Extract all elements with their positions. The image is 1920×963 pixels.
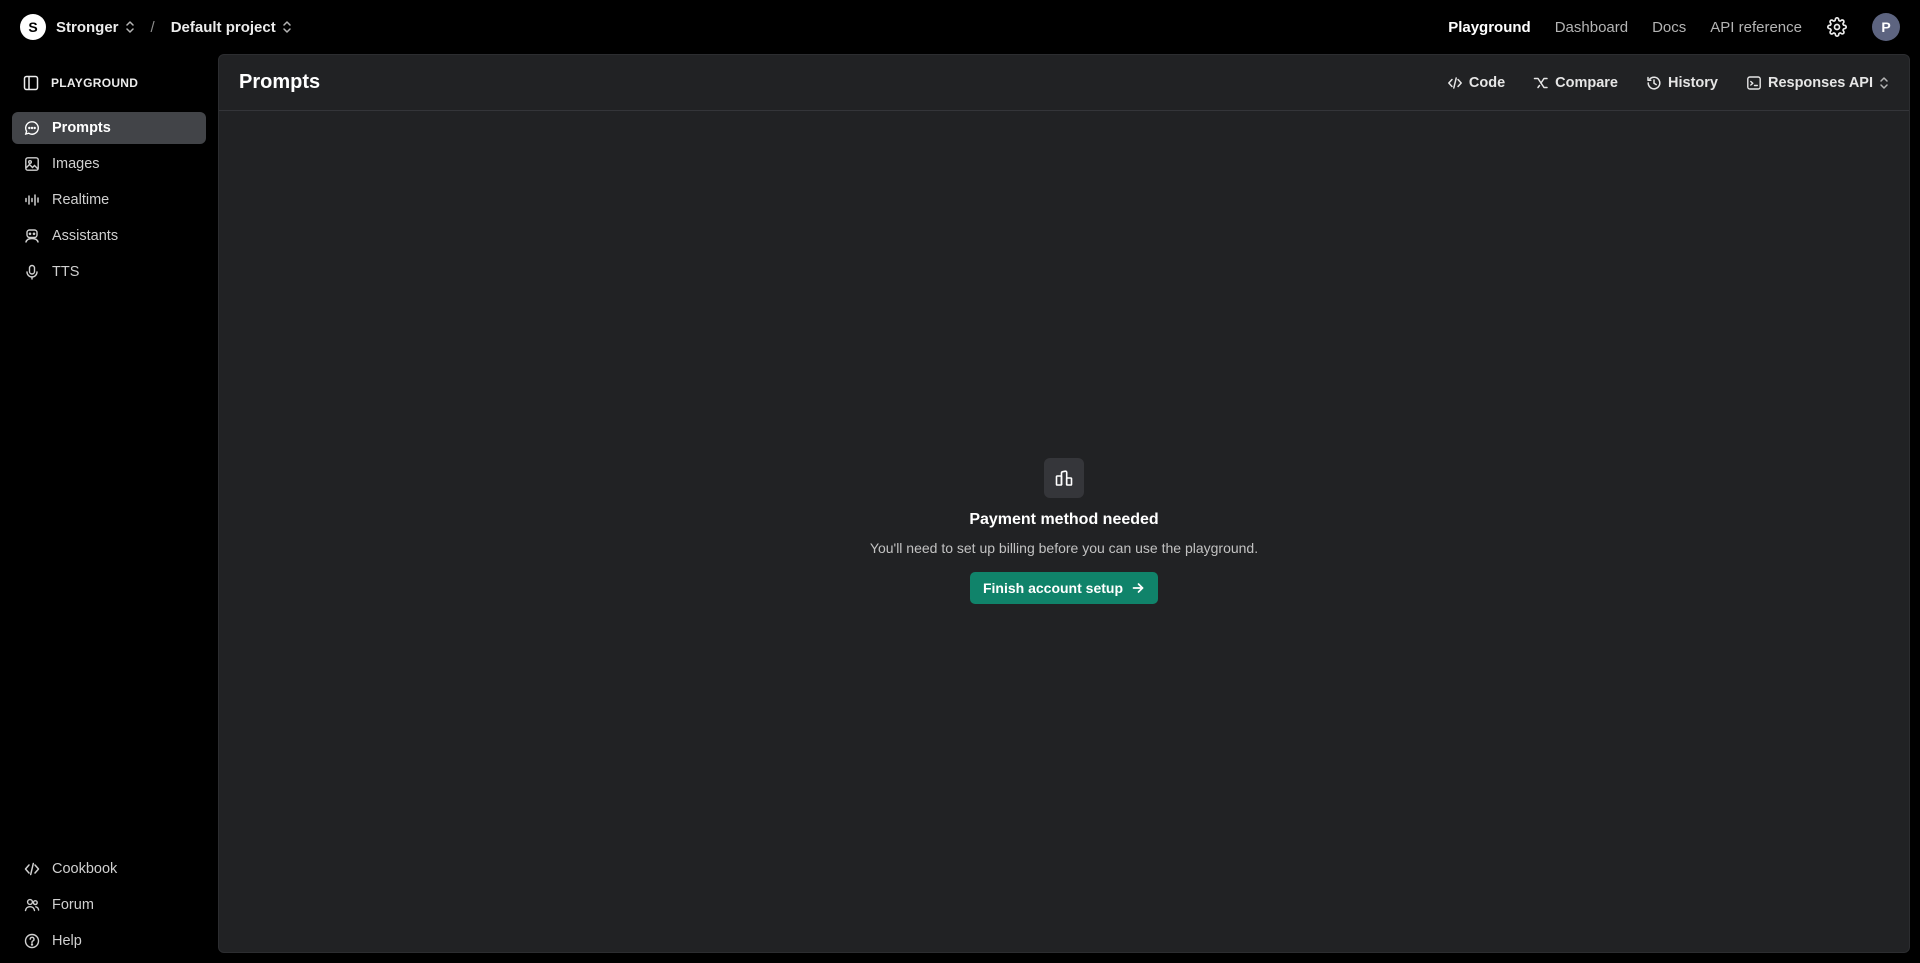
empty-state: Payment method needed You'll need to set… (219, 458, 1909, 604)
sidebar-item-forum[interactable]: Forum (12, 889, 206, 921)
sidebar-footer: Cookbook Forum Help (12, 853, 206, 961)
sidebar-item-label: Assistants (52, 228, 119, 244)
history-icon (1647, 75, 1661, 89)
compare-button[interactable]: Compare (1533, 75, 1618, 91)
sidebar-item-label: Images (52, 156, 100, 172)
project-switcher[interactable]: Default project (171, 19, 292, 36)
org-switcher[interactable]: Stronger (56, 19, 135, 36)
top-bar: S Stronger / Default project Playground … (0, 0, 1920, 54)
chevron-updown-icon (1880, 76, 1888, 89)
nav-dashboard[interactable]: Dashboard (1555, 19, 1628, 36)
compare-icon (1533, 77, 1548, 88)
image-icon (24, 156, 40, 172)
arrow-right-icon (1132, 583, 1144, 593)
code-icon (24, 861, 40, 877)
empty-state-icon-box (1044, 458, 1084, 498)
sidebar-item-cookbook[interactable]: Cookbook (12, 853, 206, 885)
bank-icon (1055, 470, 1073, 486)
empty-state-description: You'll need to set up billing before you… (869, 540, 1259, 556)
chat-bubble-icon (24, 120, 40, 136)
sidebar-item-tts[interactable]: TTS (12, 256, 206, 288)
sidebar-item-label: Realtime (52, 192, 110, 208)
user-avatar[interactable]: P (1872, 13, 1900, 41)
robot-icon (24, 228, 40, 244)
sidebar-item-label: Help (52, 933, 82, 949)
sidebar-item-help[interactable]: Help (12, 925, 206, 957)
sidebar-item-label: TTS (52, 264, 80, 280)
sidebar-item-images[interactable]: Images (12, 148, 206, 180)
nav-api-reference[interactable]: API reference (1710, 19, 1802, 36)
code-button-label: Code (1468, 74, 1506, 91)
main-header: Prompts Code Compare History Responses A… (219, 55, 1909, 111)
history-button-label: History (1668, 74, 1718, 91)
microphone-icon (24, 264, 40, 280)
sidebar-item-label: Cookbook (52, 861, 118, 877)
gear-icon (1827, 17, 1847, 37)
audio-wave-icon (24, 192, 40, 208)
breadcrumb: S Stronger / Default project (20, 14, 292, 40)
finish-account-setup-button[interactable]: Finish account setup (969, 572, 1158, 604)
api-mode-select[interactable]: Responses API (1746, 75, 1889, 91)
sidebar-item-realtime[interactable]: Realtime (12, 184, 206, 216)
breadcrumb-separator: / (150, 18, 155, 36)
sidebar-item-assistants[interactable]: Assistants (12, 220, 206, 252)
org-name: Stronger (56, 18, 119, 36)
settings-button[interactable] (1826, 16, 1848, 38)
nav-docs[interactable]: Docs (1652, 19, 1686, 36)
finish-account-setup-label: Finish account setup (982, 580, 1123, 596)
sidebar-toggle-icon[interactable] (23, 75, 39, 91)
top-nav: Playground Dashboard Docs API reference … (1448, 13, 1900, 41)
help-icon (24, 933, 40, 949)
sidebar-header: PLAYGROUND (12, 54, 206, 112)
terminal-icon (1747, 75, 1761, 90)
sidebar: PLAYGROUND Prompts Images Realtime Assis… (0, 54, 218, 963)
code-icon (1447, 76, 1462, 89)
project-name: Default project (170, 18, 276, 36)
chevron-updown-icon (282, 21, 291, 33)
compare-button-label: Compare (1555, 74, 1618, 91)
sidebar-item-label: Forum (52, 897, 94, 913)
chevron-updown-icon (125, 21, 134, 33)
page-title: Prompts (239, 71, 321, 93)
sidebar-item-prompts[interactable]: Prompts (12, 112, 206, 144)
header-actions: Code Compare History Responses API (1447, 75, 1889, 91)
api-mode-label: Responses API (1767, 74, 1873, 91)
org-avatar[interactable]: S (20, 14, 46, 40)
main-panel: Prompts Code Compare History Responses A… (218, 54, 1910, 953)
people-icon (24, 897, 40, 913)
empty-state-title: Payment method needed (969, 511, 1159, 528)
code-button[interactable]: Code (1447, 75, 1505, 91)
history-button[interactable]: History (1646, 75, 1718, 91)
sidebar-item-label: Prompts (52, 120, 111, 136)
sidebar-header-label: PLAYGROUND (51, 76, 139, 90)
nav-playground[interactable]: Playground (1448, 19, 1531, 36)
